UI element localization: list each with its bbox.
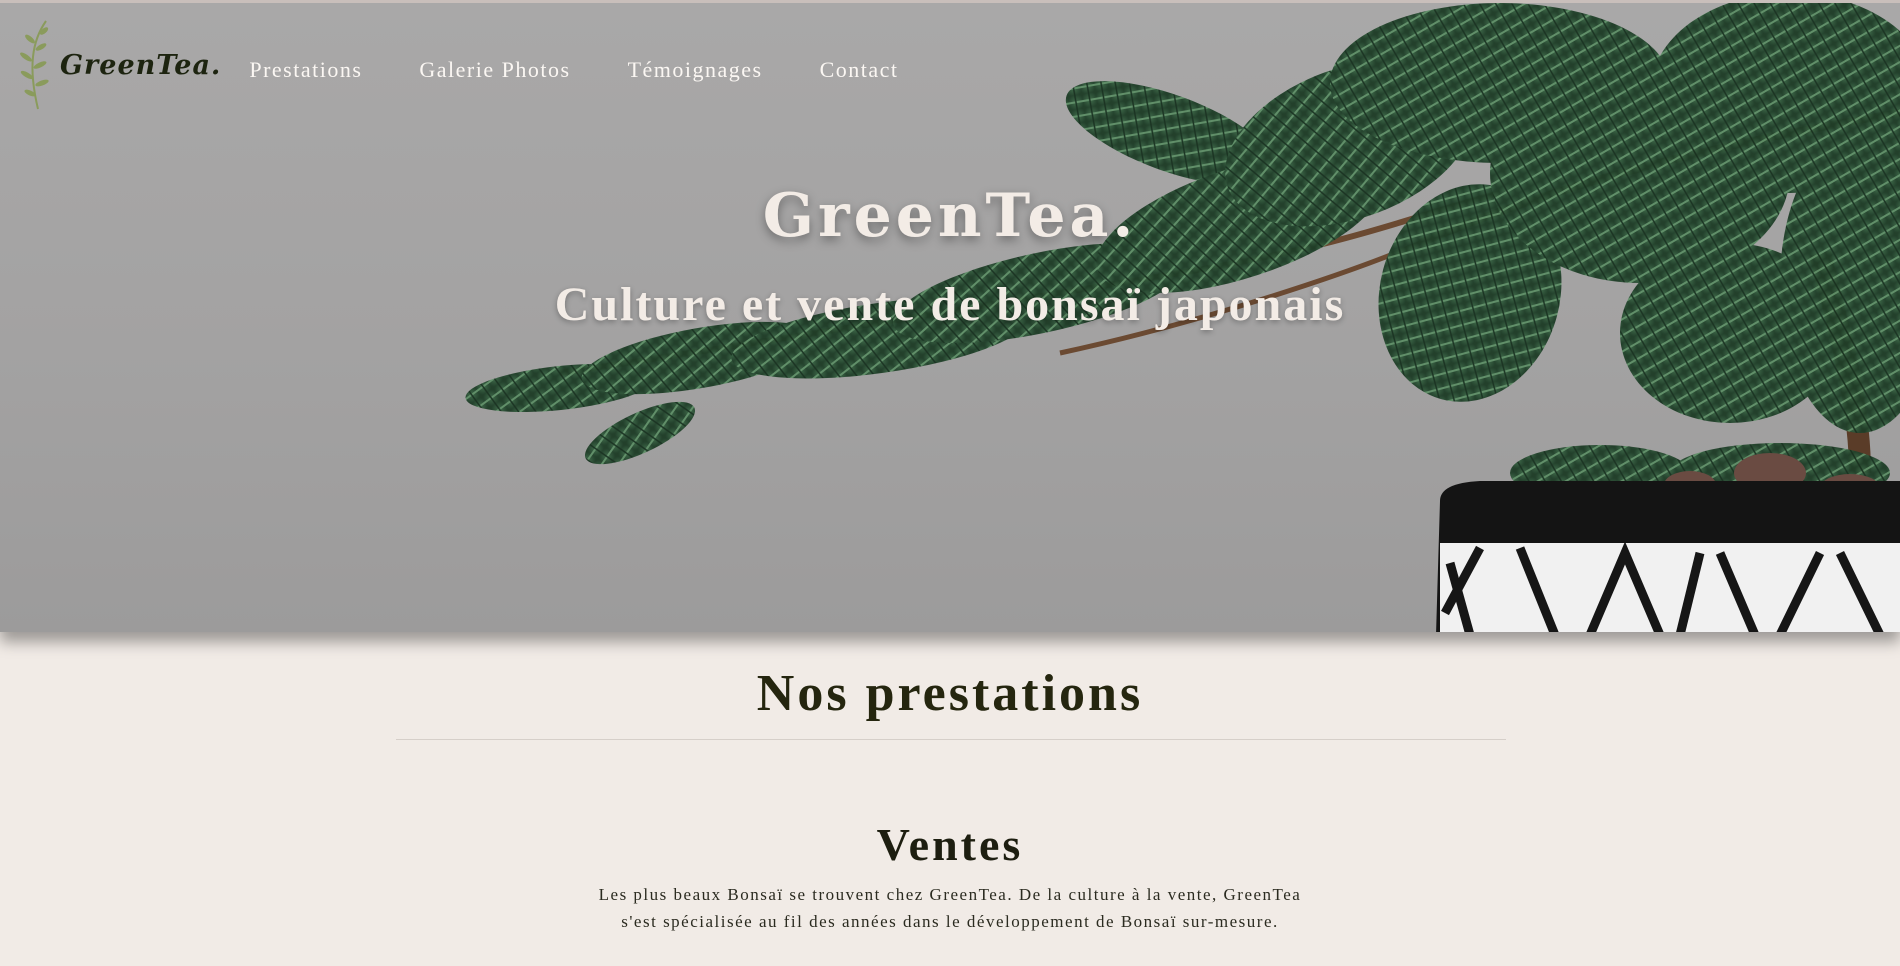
nav-links: Prestations Galerie Photos Témoignages C… xyxy=(249,57,955,83)
nav-link-temoignages[interactable]: Témoignages xyxy=(628,57,763,83)
hero-title: GreenTea. xyxy=(762,181,1138,251)
ventes-title: Ventes xyxy=(876,819,1024,870)
nav-link-galerie-photos[interactable]: Galerie Photos xyxy=(419,57,570,83)
logo-text: GreenTea. xyxy=(60,49,222,81)
ventes-description: Les plus beaux Bonsaï se trouvent chez G… xyxy=(598,885,1302,931)
nav-link-prestations[interactable]: Prestations xyxy=(249,57,362,83)
hero-subtitle: Culture et vente de bonsaï japonais xyxy=(554,278,1346,331)
nav-link-contact[interactable]: Contact xyxy=(820,57,899,83)
hero-banner: GreenTea. Prestations Galerie Photos Tém… xyxy=(0,0,1900,632)
top-nav: GreenTea. Prestations Galerie Photos Tém… xyxy=(0,3,1900,143)
olive-branch-icon xyxy=(20,20,49,110)
section-title: Nos prestations xyxy=(756,665,1144,722)
section-divider xyxy=(396,739,1506,740)
logo[interactable]: GreenTea. xyxy=(18,17,221,113)
